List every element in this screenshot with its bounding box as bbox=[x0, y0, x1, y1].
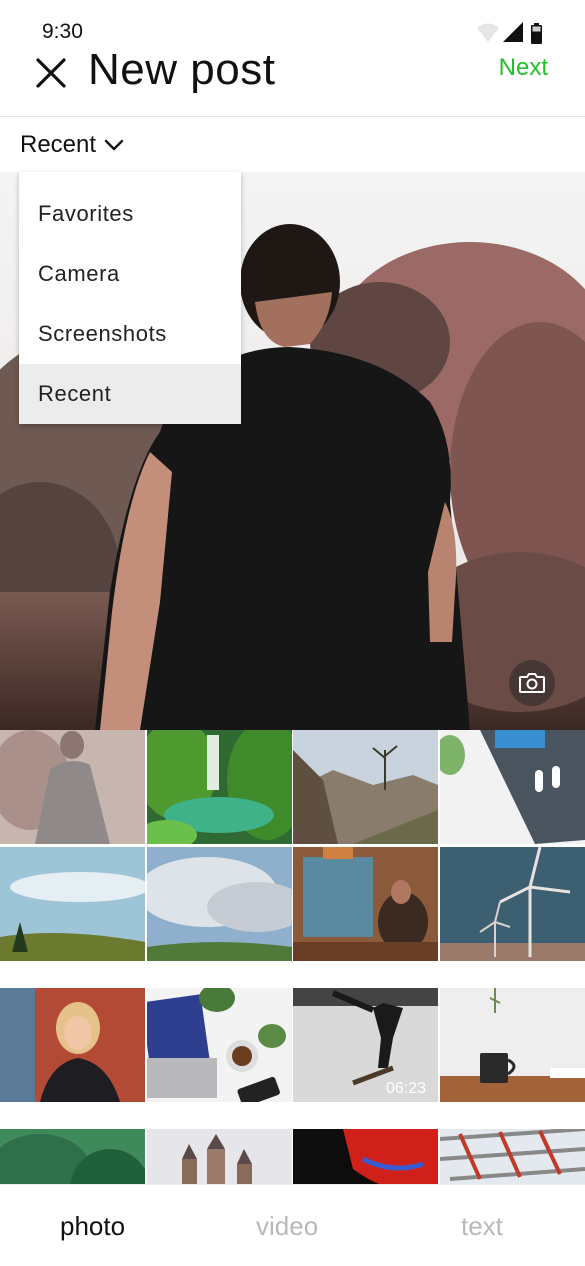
thumbnail-forest[interactable] bbox=[0, 1129, 145, 1185]
next-button[interactable]: Next bbox=[499, 54, 548, 82]
album-option-camera[interactable]: Camera bbox=[19, 244, 241, 304]
video-duration-badge: 06:23 bbox=[385, 1080, 426, 1097]
tab-photo[interactable]: photo bbox=[60, 1211, 125, 1242]
page-title: New post bbox=[88, 45, 276, 94]
wifi-icon bbox=[477, 23, 499, 42]
camera-button[interactable] bbox=[509, 660, 555, 706]
thumbnail-cloudy-hills[interactable] bbox=[147, 847, 292, 961]
battery-icon bbox=[531, 23, 542, 44]
album-selector-label: Recent bbox=[20, 131, 97, 158]
camera-icon bbox=[519, 673, 545, 693]
tab-text[interactable]: text bbox=[461, 1211, 503, 1242]
thumbnail-steel-structure[interactable] bbox=[440, 1129, 585, 1185]
album-dropdown-menu: Favorites Camera Screenshots Recent bbox=[19, 172, 241, 424]
status-icons bbox=[475, 22, 545, 44]
thumbnail-mug-desk[interactable] bbox=[440, 988, 585, 1102]
thumbnail-keyboard-airpods[interactable] bbox=[440, 730, 585, 844]
album-option-screenshots[interactable]: Screenshots bbox=[19, 304, 241, 364]
thumbnail-laptop-coffee[interactable] bbox=[147, 988, 292, 1102]
status-bar: 9:30 bbox=[0, 0, 585, 44]
thumbnail-hills-sky[interactable] bbox=[0, 847, 145, 961]
thumbnail-skateboarder-video[interactable]: 06:23 bbox=[293, 988, 438, 1102]
thumbnail-man-walking[interactable] bbox=[0, 730, 145, 844]
album-option-favorites[interactable]: Favorites bbox=[19, 184, 241, 244]
chevron-down-icon bbox=[104, 139, 124, 151]
photo-grid: 06:23 bbox=[0, 730, 585, 1185]
thumbnail-mountain-valley[interactable] bbox=[293, 730, 438, 844]
status-time: 9:30 bbox=[42, 20, 83, 43]
thumbnail-woman-brick-wall[interactable] bbox=[0, 988, 145, 1102]
thumbnail-castle[interactable] bbox=[147, 1129, 292, 1185]
post-type-tabs: photo video text bbox=[0, 1185, 585, 1266]
thumbnail-red-object[interactable] bbox=[293, 1129, 438, 1185]
cellular-signal-icon bbox=[503, 22, 523, 42]
close-icon bbox=[36, 58, 66, 88]
album-selector[interactable]: Recent bbox=[20, 128, 124, 162]
thumbnail-waterfall[interactable] bbox=[147, 730, 292, 844]
thumbnail-cafe-man[interactable] bbox=[293, 847, 438, 961]
app-bar: New post Next bbox=[0, 44, 585, 117]
thumbnail-wind-turbines[interactable] bbox=[440, 847, 585, 961]
album-option-recent[interactable]: Recent bbox=[19, 364, 241, 424]
tab-video[interactable]: video bbox=[256, 1211, 318, 1242]
close-button[interactable] bbox=[34, 56, 68, 90]
